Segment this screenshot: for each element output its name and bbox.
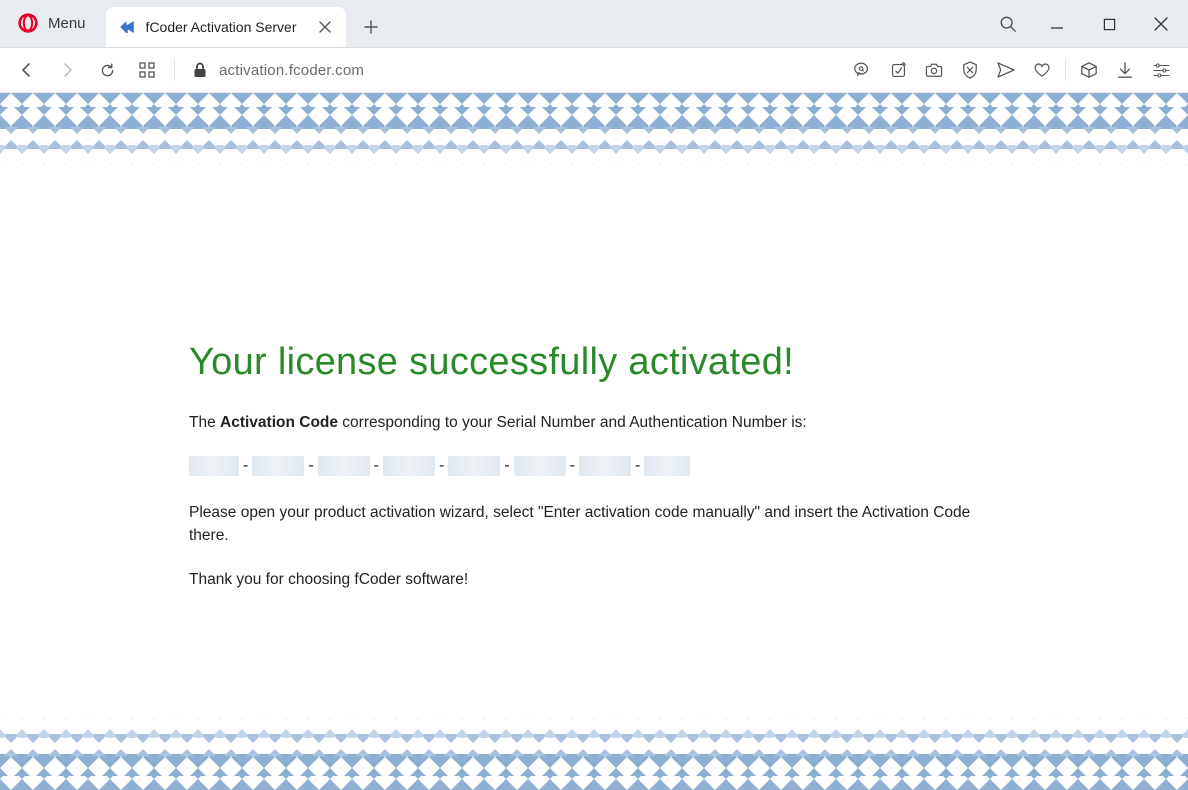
code-segment <box>448 456 500 476</box>
code-segment <box>514 456 566 476</box>
code-dash: - <box>373 457 380 475</box>
pin-icon <box>890 62 907 79</box>
heart-button[interactable] <box>1025 53 1059 87</box>
instruction-line: Please open your product activation wiza… <box>189 502 999 547</box>
code-segment <box>252 456 304 476</box>
easy-setup-button[interactable] <box>1144 53 1178 87</box>
toolbar-right-group <box>845 53 1178 87</box>
titlebar: Menu fCoder Activation Server <box>0 0 1188 48</box>
code-dash: - <box>438 457 445 475</box>
sliders-icon <box>1153 63 1170 78</box>
intro-prefix: The <box>189 414 220 431</box>
address-text: activation.fcoder.com <box>219 62 364 79</box>
reload-icon <box>99 62 116 79</box>
chevron-left-icon <box>19 62 35 78</box>
search-icon <box>999 15 1017 33</box>
camera-icon <box>925 62 943 78</box>
search-bubble-icon <box>853 61 871 79</box>
send-icon <box>997 62 1015 78</box>
code-dash: - <box>242 457 249 475</box>
browser-tab[interactable]: fCoder Activation Server <box>106 7 346 47</box>
download-icon <box>1117 62 1133 79</box>
close-icon <box>319 21 331 33</box>
snapshot-button[interactable] <box>917 53 951 87</box>
minimize-icon <box>1050 17 1064 31</box>
code-segment <box>579 456 631 476</box>
opera-menu-button[interactable]: Menu <box>0 0 100 47</box>
page-content: Your license successfully activated! The… <box>0 93 1188 790</box>
speed-dial-button[interactable] <box>130 53 164 87</box>
opera-logo-icon <box>18 13 38 33</box>
new-tab-button[interactable] <box>354 10 388 44</box>
code-segment <box>383 456 435 476</box>
intro-bold: Activation Code <box>220 414 338 431</box>
maximize-icon <box>1103 18 1116 31</box>
code-segment <box>318 456 370 476</box>
close-icon <box>1154 17 1168 31</box>
window-controls <box>988 0 1184 48</box>
code-dash: - <box>634 457 641 475</box>
code-dash: - <box>569 457 576 475</box>
window-close-button[interactable] <box>1138 4 1184 44</box>
shield-button[interactable] <box>953 53 987 87</box>
nav-back-button[interactable] <box>10 53 44 87</box>
grid-icon <box>139 62 155 78</box>
search-in-page-button[interactable] <box>845 53 879 87</box>
code-segment <box>644 456 690 476</box>
tab-favicon-icon <box>118 18 136 36</box>
chevron-right-icon <box>59 62 75 78</box>
address-bar[interactable]: activation.fcoder.com <box>185 53 839 87</box>
page-heading: Your license successfully activated! <box>189 341 999 384</box>
activation-code-row: ------- <box>189 456 999 476</box>
lock-icon <box>193 62 207 78</box>
window-maximize-button[interactable] <box>1086 4 1132 44</box>
tab-title: fCoder Activation Server <box>146 19 304 35</box>
toolbar-separator <box>174 59 175 81</box>
titlebar-search-button[interactable] <box>988 4 1028 44</box>
reload-button[interactable] <box>90 53 124 87</box>
code-dash: - <box>307 457 314 475</box>
send-button[interactable] <box>989 53 1023 87</box>
shield-icon <box>962 61 978 79</box>
code-dash: - <box>503 457 510 475</box>
window-minimize-button[interactable] <box>1034 4 1080 44</box>
intro-line: The Activation Code corresponding to you… <box>189 412 999 434</box>
download-button[interactable] <box>1108 53 1142 87</box>
toolbar-separator <box>1065 59 1066 81</box>
thanks-line: Thank you for choosing fCoder software! <box>189 569 999 591</box>
plus-icon <box>364 20 378 34</box>
tab-close-button[interactable] <box>314 16 336 38</box>
code-segment <box>189 456 239 476</box>
main-content: Your license successfully activated! The… <box>0 93 1188 790</box>
nav-forward-button <box>50 53 84 87</box>
toolbar: activation.fcoder.com <box>0 48 1188 93</box>
heart-icon <box>1033 62 1051 78</box>
pin-button[interactable] <box>881 53 915 87</box>
cube-icon <box>1080 61 1098 79</box>
intro-suffix: corresponding to your Serial Number and … <box>338 414 807 431</box>
opera-menu-label: Menu <box>48 15 86 32</box>
extensions-button[interactable] <box>1072 53 1106 87</box>
